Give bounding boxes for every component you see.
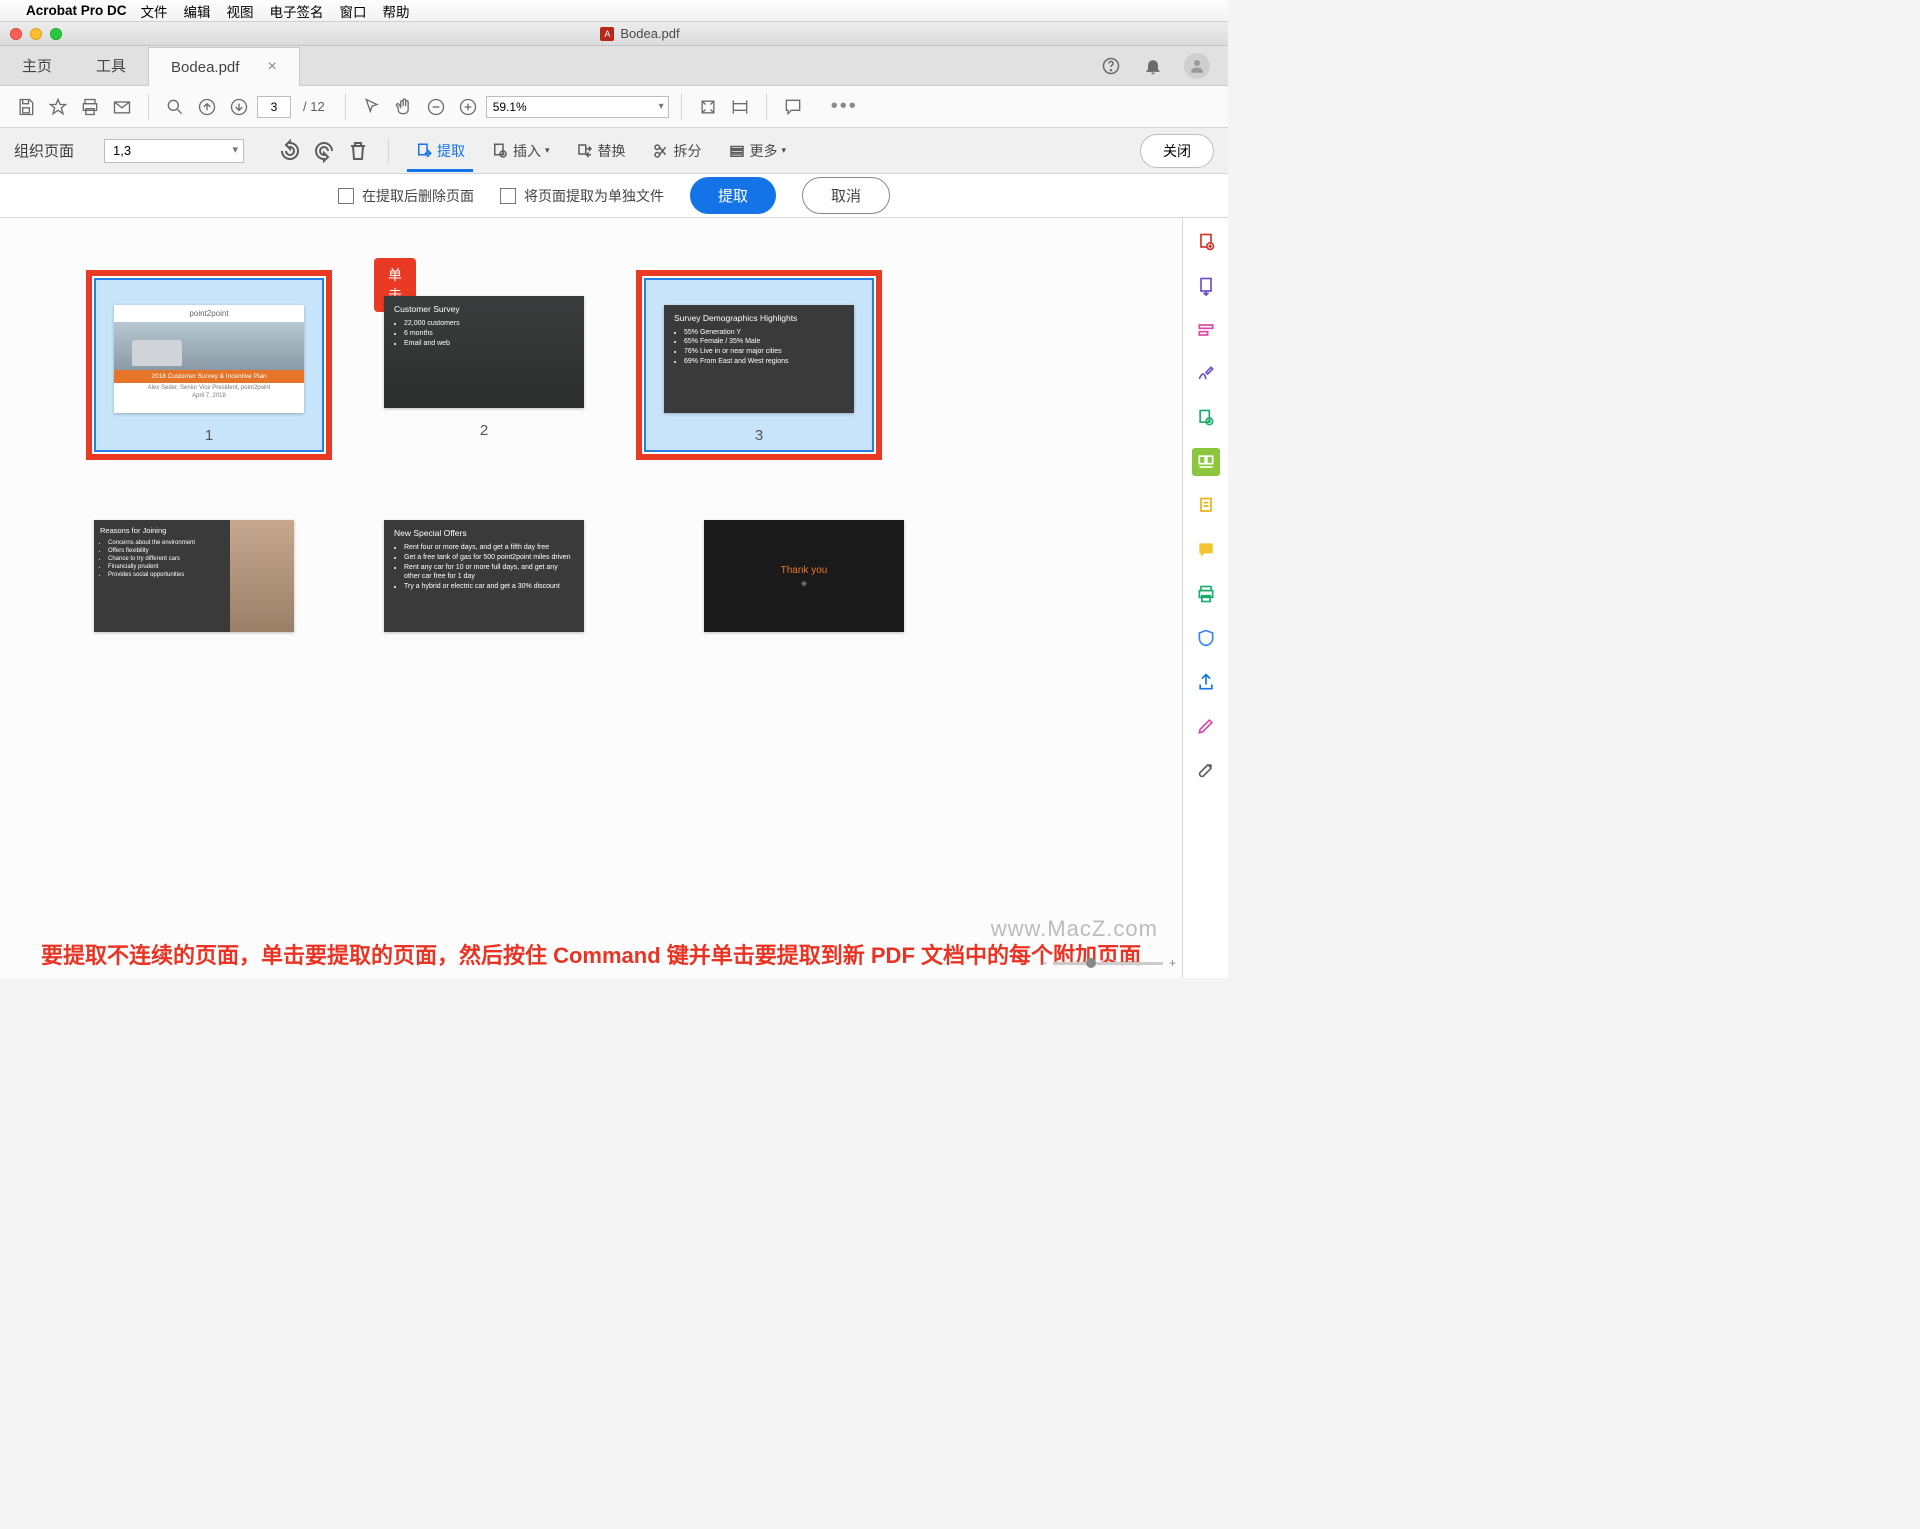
tabs-bar: 主页 工具 Bodea.pdf × (0, 46, 1228, 86)
page-input[interactable] (257, 96, 291, 118)
page-thumbnail-5[interactable]: New Special Offers Rent four or more day… (384, 502, 584, 632)
bell-icon[interactable] (1142, 55, 1164, 77)
slide1-brand: point2point (114, 309, 304, 318)
more-action[interactable]: 更多▾ (720, 137, 795, 165)
right-tools-rail (1182, 218, 1228, 978)
menu-window[interactable]: 窗口 (340, 1, 367, 21)
mail-icon[interactable] (108, 93, 136, 121)
rotate-left-icon[interactable] (278, 139, 302, 163)
export-pdf-icon[interactable] (1192, 272, 1220, 300)
window-minimize-icon[interactable] (30, 28, 42, 40)
instruction-text: 要提取不连续的页面，单击要提取的页面，然后按住 Command 键并单击要提取到… (0, 939, 1182, 972)
page-thumbnail-4[interactable]: Reasons for Joining Concerns about the e… (94, 502, 294, 632)
traffic-lights (10, 28, 62, 40)
window-maximize-icon[interactable] (50, 28, 62, 40)
page-thumbnail-2[interactable]: Customer Survey 22,000 customers 6 month… (384, 278, 584, 439)
menu-esign[interactable]: 电子签名 (270, 1, 324, 21)
menu-file[interactable]: 文件 (141, 1, 168, 21)
thumb-number: 3 (755, 427, 763, 444)
mac-menubar: Acrobat Pro DC 文件 编辑 视图 电子签名 窗口 帮助 (0, 0, 1228, 22)
share-icon[interactable] (1192, 668, 1220, 696)
page-range-input[interactable] (104, 139, 244, 163)
thumb-number: 2 (480, 422, 488, 439)
app-name[interactable]: Acrobat Pro DC (26, 3, 127, 18)
window-title-text: Bodea.pdf (620, 26, 679, 41)
menu-edit[interactable]: 编辑 (184, 1, 211, 21)
thumb-number: 1 (205, 427, 213, 444)
rotate-right-icon[interactable] (312, 139, 336, 163)
avatar[interactable] (1184, 53, 1210, 79)
page-total: / 12 (303, 99, 325, 114)
star-icon[interactable] (44, 93, 72, 121)
slide1-banner: 2018 Customer Survey & Incentive Plan (114, 370, 304, 383)
organize-toolbar: 组织页面 提取 插入▾ 替换 拆分 更多▾ 关闭 (0, 128, 1228, 174)
organize-icon[interactable] (1192, 448, 1220, 476)
extract-options-bar: 在提取后删除页面 将页面提取为单独文件 提取 取消 (0, 174, 1228, 218)
organize-label: 组织页面 (14, 140, 74, 161)
selection-icon[interactable] (358, 93, 386, 121)
cancel-button[interactable]: 取消 (802, 177, 890, 214)
page-thumbnail-3[interactable]: Survey Demographics Highlights 55% Gener… (644, 278, 874, 452)
zoom-select[interactable] (486, 96, 669, 118)
slide2-title: Customer Survey (394, 304, 574, 314)
window-close-icon[interactable] (10, 28, 22, 40)
comment-icon[interactable] (779, 93, 807, 121)
thumbnails-area: 单击 point2point 2018 Customer Survey & In… (0, 218, 1182, 978)
more-tools-rail-icon[interactable] (1192, 756, 1220, 784)
slide3-title: Survey Demographics Highlights (674, 313, 844, 323)
print-rail-icon[interactable] (1192, 580, 1220, 608)
slide1-date: April 7, 2018 (114, 393, 304, 399)
compress-icon[interactable] (1192, 492, 1220, 520)
zoom-in-icon[interactable] (454, 93, 482, 121)
replace-action[interactable]: 替换 (568, 137, 634, 165)
delete-after-checkbox[interactable]: 在提取后删除页面 (338, 186, 474, 206)
save-icon[interactable] (12, 93, 40, 121)
find-icon[interactable] (161, 93, 189, 121)
next-page-icon[interactable] (225, 93, 253, 121)
zoom-slider[interactable]: − + (1040, 956, 1176, 970)
hand-icon[interactable] (390, 93, 418, 121)
tab-tools[interactable]: 工具 (74, 46, 148, 85)
delete-icon[interactable] (346, 139, 370, 163)
tab-home[interactable]: 主页 (0, 46, 74, 85)
edit-pencil-icon[interactable] (1192, 712, 1220, 740)
tab-document[interactable]: Bodea.pdf × (148, 47, 300, 86)
close-organize-button[interactable]: 关闭 (1140, 134, 1214, 168)
sign-icon[interactable] (1192, 360, 1220, 388)
comment-rail-icon[interactable] (1192, 536, 1220, 564)
separate-files-checkbox[interactable]: 将页面提取为单独文件 (500, 186, 664, 206)
combine-icon[interactable] (1192, 404, 1220, 432)
slide1-author: Alex Seder, Senior Vice President, point… (114, 385, 304, 391)
extract-button[interactable]: 提取 (690, 177, 776, 214)
prev-page-icon[interactable] (193, 93, 221, 121)
edit-pdf-icon[interactable] (1192, 316, 1220, 344)
extract-action[interactable]: 提取 (407, 137, 473, 172)
fit-icon[interactable] (694, 93, 722, 121)
insert-action[interactable]: 插入▾ (483, 137, 558, 165)
create-pdf-icon[interactable] (1192, 228, 1220, 256)
menu-help[interactable]: 帮助 (383, 1, 410, 21)
pdf-icon: A (600, 27, 614, 41)
width-icon[interactable] (726, 93, 754, 121)
more-tools-icon[interactable]: ••• (831, 95, 858, 118)
window-titlebar: A Bodea.pdf (0, 22, 1228, 46)
split-action[interactable]: 拆分 (644, 137, 710, 165)
page-thumbnail-1[interactable]: point2point 2018 Customer Survey & Incen… (94, 278, 324, 452)
help-icon[interactable] (1100, 55, 1122, 77)
menu-view[interactable]: 视图 (227, 1, 254, 21)
print-icon[interactable] (76, 93, 104, 121)
protect-icon[interactable] (1192, 624, 1220, 652)
page-thumbnail-6[interactable]: Thank you ⊕ (704, 502, 904, 632)
main-toolbar: / 12 ••• (0, 86, 1228, 128)
zoom-out-icon[interactable] (422, 93, 450, 121)
window-title: A Bodea.pdf (62, 26, 1218, 41)
tab-close-icon[interactable]: × (267, 58, 276, 76)
